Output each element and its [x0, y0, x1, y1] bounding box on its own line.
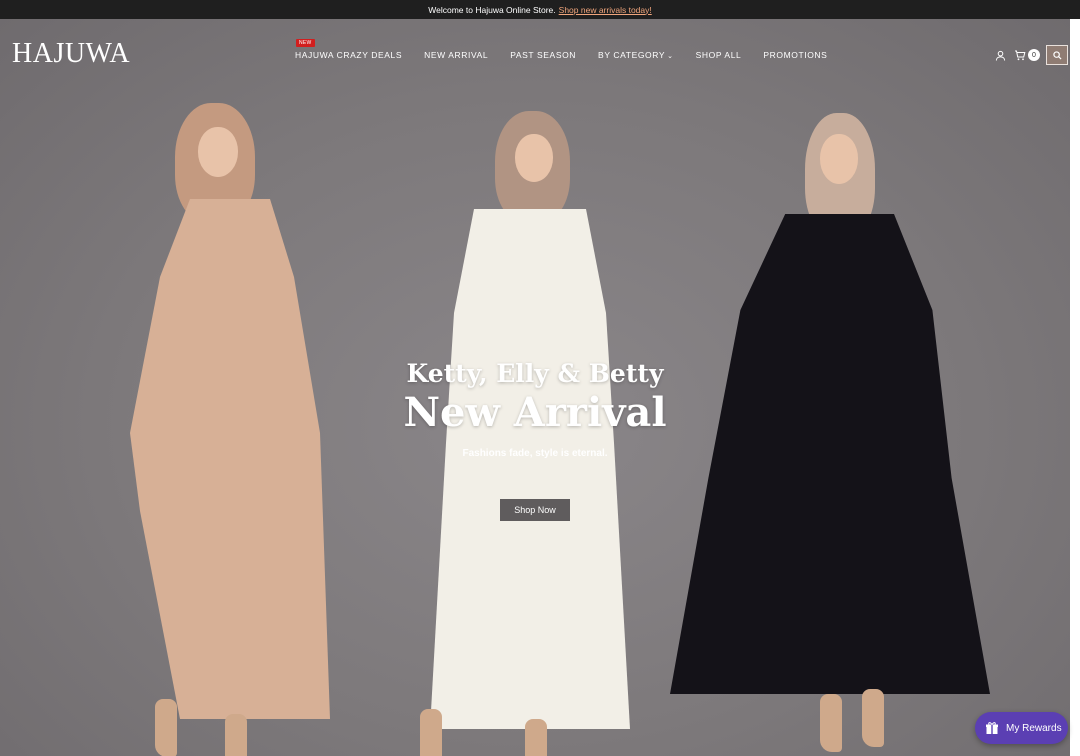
nav-promotions[interactable]: PROMOTIONS	[763, 50, 827, 60]
cart-icon[interactable]	[1010, 45, 1030, 65]
page-edge	[1070, 19, 1080, 756]
header-actions: 0	[990, 45, 1068, 65]
announcement-text: Welcome to Hajuwa Online Store.	[428, 4, 556, 15]
new-badge: NEW	[296, 39, 315, 47]
nav-past-season-label: PAST SEASON	[510, 50, 577, 60]
nav-new-arrival[interactable]: NEW ARRIVAL	[424, 50, 488, 60]
nav-crazy-deals-label: HAJUWA CRAZY DEALS	[295, 50, 403, 60]
my-rewards-label: My Rewards	[1006, 722, 1062, 734]
nav-shop-all-label: SHOP ALL	[695, 50, 742, 60]
nav-new-arrival-label: NEW ARRIVAL	[424, 50, 489, 60]
cart-count-badge: 0	[1028, 49, 1040, 61]
announcement-bar: Welcome to Hajuwa Online Store. Shop new…	[0, 0, 1080, 19]
hero-title: New Arrival	[403, 389, 667, 436]
nav-crazy-deals[interactable]: NEW HAJUWA CRAZY DEALS	[295, 39, 403, 60]
logo[interactable]: HAJUWA	[12, 38, 130, 70]
nav-promotions-label: PROMOTIONS	[763, 50, 828, 60]
nav-by-category[interactable]: BY CATEGORY ⌄	[598, 50, 674, 60]
announcement-link[interactable]: Shop new arrivals today!	[559, 5, 652, 15]
search-button[interactable]	[1046, 45, 1068, 65]
nav-shop-all[interactable]: SHOP ALL	[696, 50, 742, 60]
my-rewards-button[interactable]: My Rewards	[975, 712, 1068, 744]
search-icon	[1052, 50, 1062, 60]
nav-by-category-label: BY CATEGORY	[598, 50, 666, 60]
hero-tagline: Fashions fade, style is eternal.	[462, 448, 608, 459]
chevron-down-icon: ⌄	[667, 53, 674, 60]
hero-subtitle: Ketty, Elly & Betty	[406, 359, 664, 388]
page: Welcome to Hajuwa Online Store. Shop new…	[0, 0, 1080, 756]
user-icon[interactable]	[990, 45, 1010, 65]
shop-now-button[interactable]: Shop Now	[500, 499, 570, 521]
nav-past-season[interactable]: PAST SEASON	[510, 50, 576, 60]
gift-icon	[986, 722, 998, 734]
hero-banner: Ketty, Elly & Betty New Arrival Fashions…	[0, 19, 1070, 756]
main-nav: NEW HAJUWA CRAZY DEALS NEW ARRIVAL PAST …	[295, 39, 849, 60]
